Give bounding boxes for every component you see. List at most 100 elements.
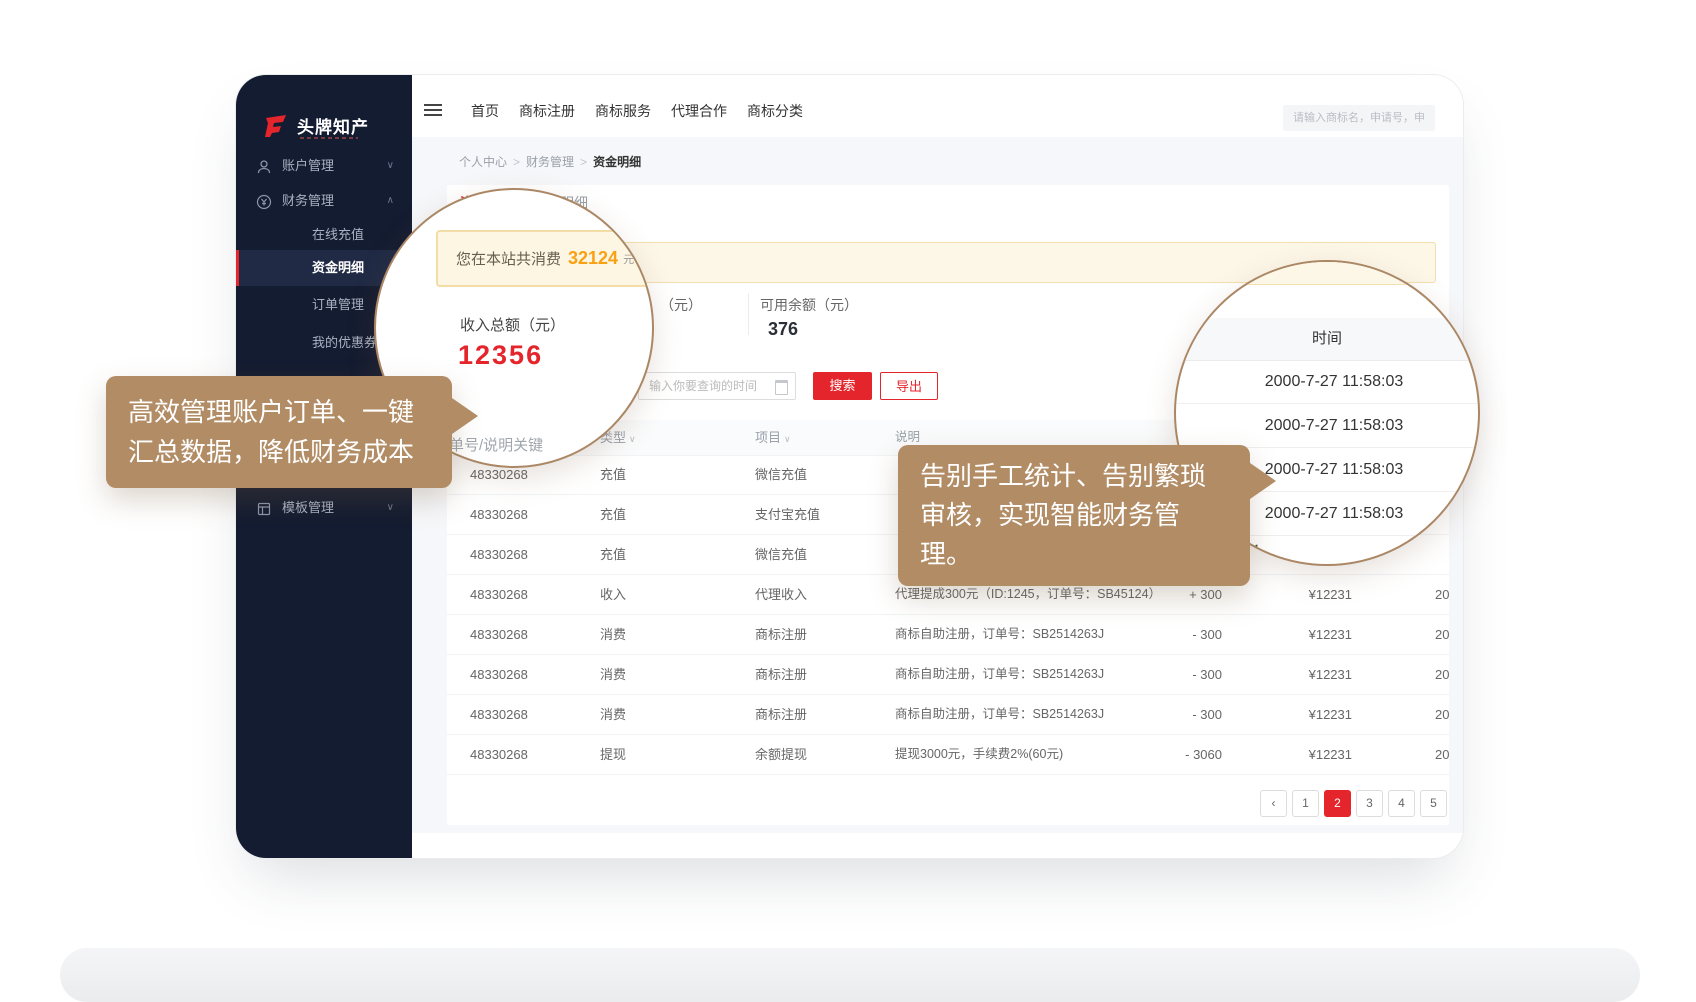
cell-r2-c3: 微信充值: [755, 535, 807, 574]
cell-r3-c7: 2000-7-27 11:58:03: [1435, 575, 1449, 614]
cell-r7-c2: 提现: [600, 735, 626, 774]
tooltip-left: 高效管理账户订单、一键 汇总数据，降低财务成本: [106, 376, 452, 488]
cell-r5-c3: 商标注册: [755, 655, 807, 694]
search-button[interactable]: 搜索: [813, 372, 872, 400]
logo: 头牌知产: [264, 113, 369, 138]
lens-income-value: 12356: [458, 340, 543, 371]
cell-r4-c5: - 300: [1107, 615, 1222, 654]
stat-divider: [748, 293, 749, 335]
menu-icon[interactable]: [424, 101, 442, 119]
sidebar-item-label: 资金明细: [312, 250, 364, 286]
cell-r5-c2: 消费: [600, 655, 626, 694]
pagination-page-4[interactable]: 4: [1388, 790, 1415, 817]
pagination-prev[interactable]: ‹: [1260, 790, 1287, 817]
pagination-page-1[interactable]: 1: [1292, 790, 1319, 817]
lens-banner-strip: [1176, 262, 1478, 285]
cell-r6-c7: 2000-7-27 11:58:03: [1435, 695, 1449, 734]
pagination-page-3[interactable]: 3: [1356, 790, 1383, 817]
cell-r6-c5: - 300: [1107, 695, 1222, 734]
header-search-input[interactable]: [1283, 105, 1435, 131]
logo-subtext: [300, 137, 358, 139]
sidebar-item-7[interactable]: 模板管理 ∨: [236, 494, 412, 522]
cell-r4-c7: 2000-7-27 11:58:03: [1435, 615, 1449, 654]
sidebar-item-2[interactable]: 在线充值: [236, 221, 412, 249]
cell-r6-c4: 商标自助注册，订单号：SB2514263J: [895, 695, 1104, 734]
calendar-icon[interactable]: [775, 380, 788, 395]
chevron-down-icon: ∨: [387, 494, 394, 522]
cell-r5-c6: ¥12231: [1267, 655, 1352, 694]
balance-value: 376: [768, 319, 798, 340]
user-icon: [256, 157, 274, 175]
cell-r3-c2: 收入: [600, 575, 626, 614]
sidebar-item-label: 我的优惠券: [312, 329, 377, 357]
cell-r2-c2: 充值: [600, 535, 626, 574]
breadcrumb-item-1[interactable]: 财务管理: [526, 155, 574, 169]
lens-income-label: 收入总额（元）: [460, 314, 565, 335]
nav-item-3[interactable]: 代理合作: [671, 101, 727, 121]
nav-item-2[interactable]: 商标服务: [595, 101, 651, 121]
cell-r4-c1: 48330268: [470, 615, 528, 654]
table-row: 48330268 消费 商标注册 商标自助注册，订单号：SB2514263J- 300…: [447, 655, 1449, 695]
cell-r7-c5: - 3060: [1107, 735, 1222, 774]
cell-r1-c1: 48330268: [470, 495, 528, 534]
cell-r4-c3: 商标注册: [755, 615, 807, 654]
template-icon: [256, 499, 274, 517]
cell-r1-c3: 支付宝充值: [755, 495, 820, 534]
cell-r4-c6: ¥12231: [1267, 615, 1352, 654]
sidebar-item-label: 模板管理: [282, 494, 334, 522]
cell-r5-c4: 商标自助注册，订单号：SB2514263J: [895, 655, 1104, 694]
lens-banner-tail-amount: 820: [636, 253, 654, 265]
sidebar-item-label: 在线充值: [312, 221, 364, 249]
chevron-down-icon: ∨: [629, 434, 636, 444]
cell-r5-c5: - 300: [1107, 655, 1222, 694]
table-row: 48330268消费商标注册商标自助注册，订单号：SB2514263J- 300…: [447, 615, 1449, 655]
table-row: 48330268 提现 余额提现 提现3000元，手续费2%(60元) - 3060 ¥1…: [447, 735, 1449, 775]
lens-banner-prefix: 您在本站共消费: [456, 248, 561, 269]
lens-banner-amount: 32124: [568, 248, 618, 269]
lens-banner-unit: 元: [623, 251, 634, 267]
cell-r6-c2: 消费: [600, 695, 626, 734]
logo-text: 头牌知产: [297, 113, 369, 138]
export-button[interactable]: 导出: [880, 372, 938, 400]
table-row: 48330268消费商标注册商标自助注册，订单号：SB2514263J- 300…: [447, 695, 1449, 735]
cell-r7-c3: 余额提现: [755, 735, 807, 774]
pagination-page-5[interactable]: 5: [1420, 790, 1447, 817]
lens-banner: 您在本站共消费 32124 元 820 元: [436, 230, 654, 287]
cell-r6-c6: ¥12231: [1267, 695, 1352, 734]
cell-r2-c1: 48330268: [470, 535, 528, 574]
nav-item-1[interactable]: 商标注册: [519, 101, 575, 121]
lens-time-row-1: 2000-7-27 11:58:03: [1176, 404, 1478, 448]
cell-r3-c3: 代理收入: [755, 575, 807, 614]
laptop-mockup: 头牌知产 账户管理∨财务管理∧在线充值资金明细订单管理我的优惠券我的发票模板管理…: [0, 0, 1696, 1002]
cell-r6-c1: 48330268: [470, 695, 528, 734]
breadcrumb-item-2[interactable]: 资金明细: [593, 155, 641, 169]
cell-r5-c1: 48330268: [470, 655, 528, 694]
balance-label: 可用余额（元）: [760, 295, 858, 315]
lens-time-row-0: 2000-7-27 11:58:03: [1176, 360, 1478, 404]
cell-r7-c1: 48330268: [470, 735, 528, 774]
nav-item-4[interactable]: 商标分类: [747, 101, 803, 121]
cell-r5-c7: 2000-7-27 11:58:03: [1435, 655, 1449, 694]
laptop-base: [60, 948, 1640, 1002]
topbar: 首页商标注册商标服务代理合作商标分类: [412, 75, 1463, 138]
sidebar-item-0[interactable]: 账户管理∨: [236, 152, 412, 180]
finance-icon: [256, 192, 274, 210]
logo-icon: [264, 115, 290, 137]
col-project[interactable]: 项目∨: [755, 420, 791, 457]
breadcrumb: 个人中心 > 财务管理 > 资金明细: [459, 153, 641, 170]
topbar-nav: 首页商标注册商标服务代理合作商标分类: [471, 101, 803, 121]
sidebar-item-1[interactable]: 财务管理∧: [236, 187, 412, 215]
breadcrumb-separator: >: [580, 155, 587, 169]
pagination-page-2[interactable]: 2: [1324, 790, 1351, 817]
cell-r7-c4: 提现3000元，手续费2%(60元): [895, 735, 1063, 774]
breadcrumb-item-0[interactable]: 个人中心: [459, 155, 507, 169]
date-query-input[interactable]: [638, 372, 796, 400]
breadcrumb-separator: >: [513, 155, 520, 169]
cell-r7-c6: ¥12231: [1267, 735, 1352, 774]
sidebar-item-label: 订单管理: [312, 291, 364, 319]
cell-r7-c7: 2000-7-27 11:58:03: [1435, 735, 1449, 774]
lens-time-header: 时间: [1176, 318, 1478, 361]
nav-item-0[interactable]: 首页: [471, 101, 499, 121]
cell-r3-c1: 48330268: [470, 575, 528, 614]
sidebar-item-label: 财务管理: [282, 187, 334, 215]
